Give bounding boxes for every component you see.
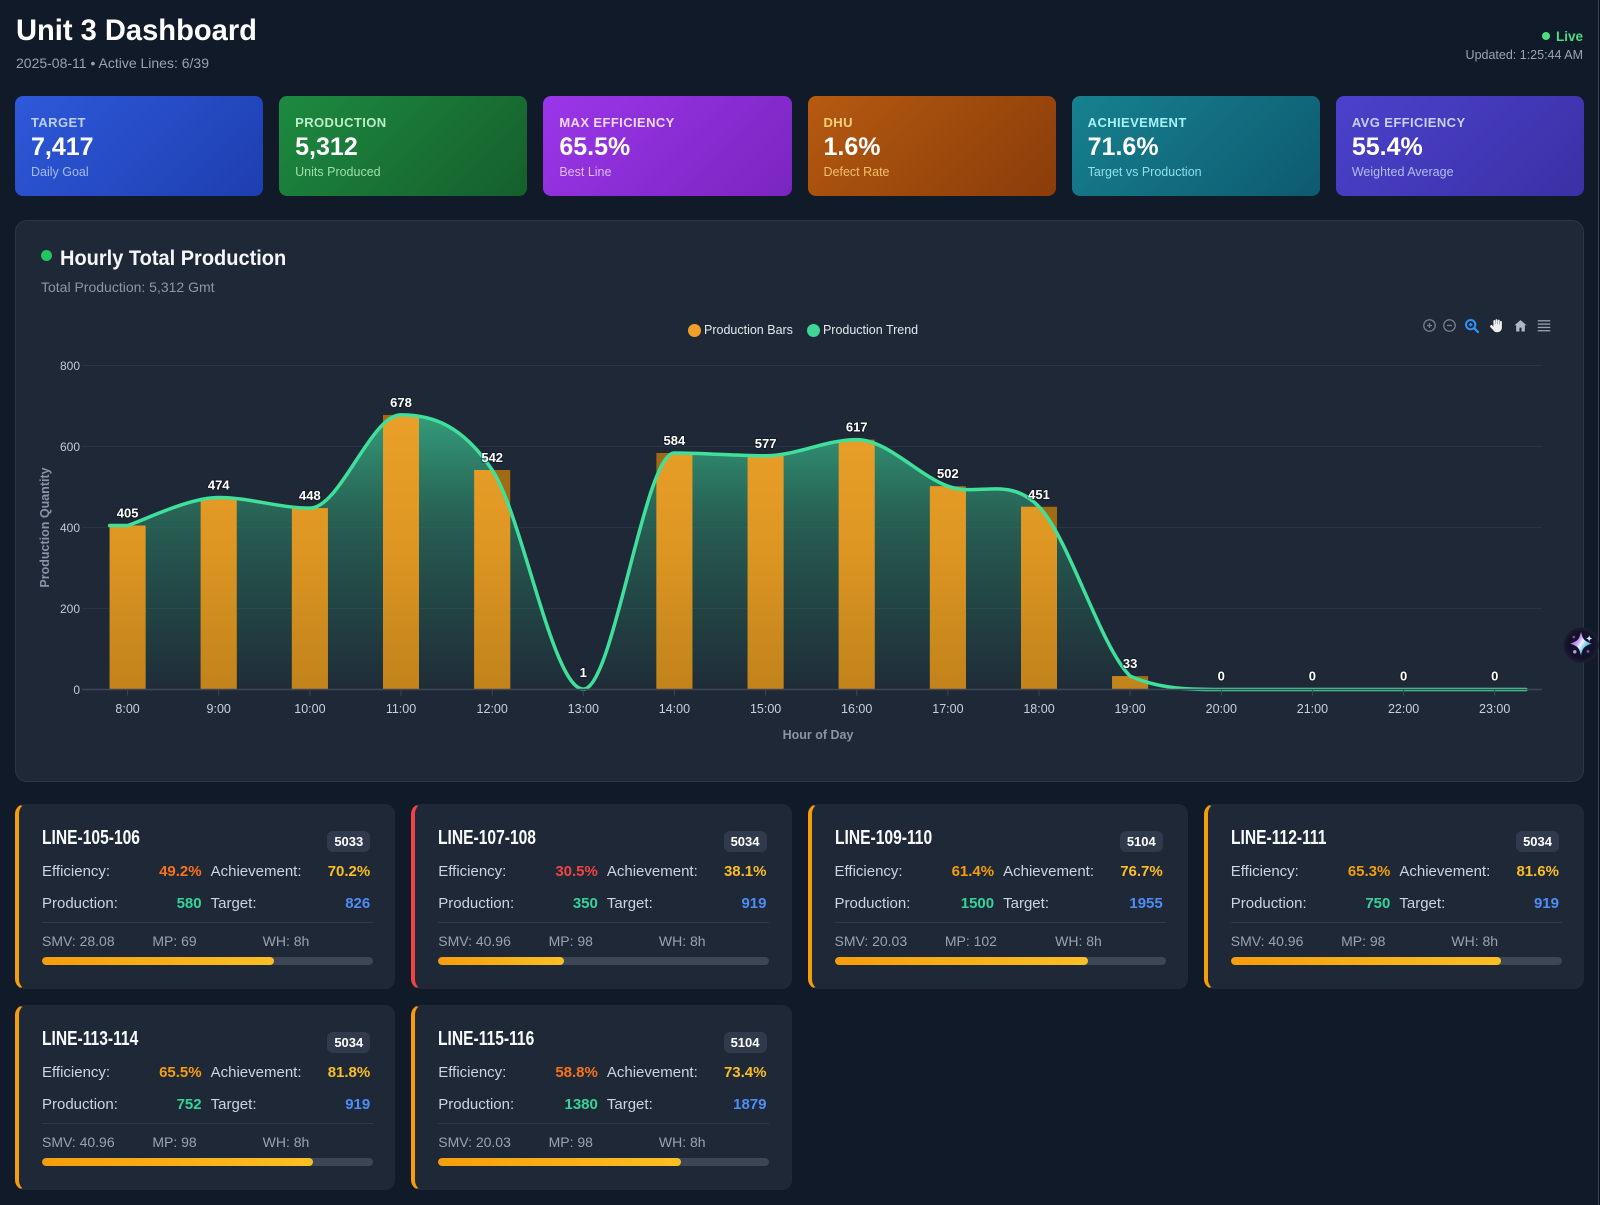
svg-text:11:00: 11:00 <box>386 702 416 716</box>
svg-text:542: 542 <box>481 450 503 465</box>
svg-text:19:00: 19:00 <box>1114 702 1145 716</box>
svg-text:1: 1 <box>580 665 587 680</box>
svg-text:474: 474 <box>208 478 230 493</box>
svg-text:15:00: 15:00 <box>750 702 781 716</box>
svg-text:451: 451 <box>1028 487 1050 502</box>
svg-text:16:00: 16:00 <box>841 702 872 716</box>
svg-text:14:00: 14:00 <box>659 702 690 716</box>
svg-text:12:00: 12:00 <box>477 702 508 716</box>
svg-text:0: 0 <box>1309 669 1316 684</box>
svg-text:502: 502 <box>937 466 959 481</box>
svg-text:617: 617 <box>846 420 868 435</box>
svg-text:678: 678 <box>390 395 412 410</box>
svg-text:405: 405 <box>117 506 139 521</box>
svg-text:0: 0 <box>1491 669 1498 684</box>
svg-text:20:00: 20:00 <box>1206 702 1237 716</box>
svg-text:584: 584 <box>664 433 686 448</box>
svg-text:13:00: 13:00 <box>568 702 599 716</box>
svg-text:800: 800 <box>60 359 80 373</box>
svg-text:Production Quantity: Production Quantity <box>38 467 52 587</box>
svg-text:577: 577 <box>755 436 777 451</box>
svg-text:17:00: 17:00 <box>932 702 963 716</box>
svg-text:200: 200 <box>60 602 80 616</box>
svg-text:18:00: 18:00 <box>1023 702 1054 716</box>
svg-text:8:00: 8:00 <box>115 702 139 716</box>
svg-text:23:00: 23:00 <box>1479 702 1510 716</box>
svg-text:0: 0 <box>73 683 80 697</box>
svg-text:0: 0 <box>1218 669 1225 684</box>
svg-text:Hour of Day: Hour of Day <box>783 728 854 742</box>
svg-text:0: 0 <box>1400 669 1407 684</box>
svg-text:22:00: 22:00 <box>1388 702 1419 716</box>
svg-text:33: 33 <box>1123 656 1137 671</box>
svg-text:21:00: 21:00 <box>1297 702 1328 716</box>
svg-text:600: 600 <box>60 440 80 454</box>
svg-text:10:00: 10:00 <box>294 702 325 716</box>
svg-text:400: 400 <box>60 521 80 535</box>
svg-text:448: 448 <box>299 488 321 503</box>
svg-text:9:00: 9:00 <box>207 702 231 716</box>
